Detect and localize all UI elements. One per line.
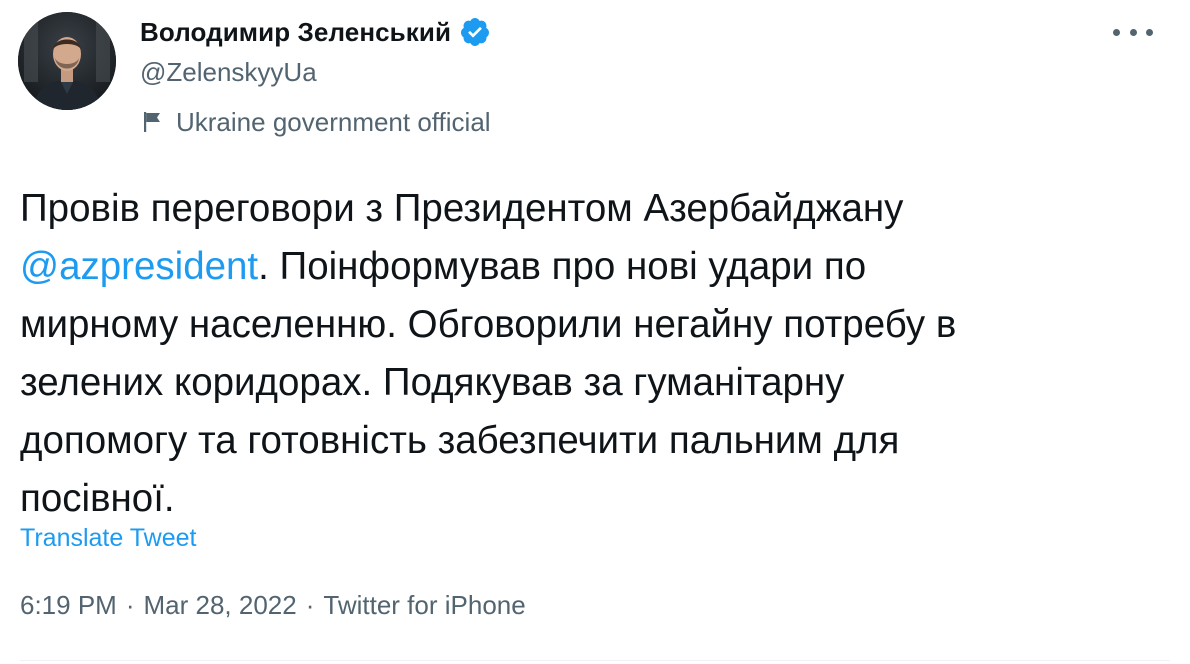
government-label-text: Ukraine government official [176,106,491,137]
translate-tweet-link[interactable]: Translate Tweet [20,524,196,553]
more-dot [1129,28,1137,36]
avatar[interactable] [18,12,116,110]
tweet-metadata: 6:19 PM · Mar 28, 2022 · Twitter for iPh… [20,590,526,621]
separator: · [305,590,315,620]
tweet-time[interactable]: 6:19 PM [20,590,117,621]
tweet-date[interactable]: Mar 28, 2022 [144,590,297,621]
author-display-name[interactable]: Володимир Зеленський [140,17,451,48]
tweet-text: Провів переговори з Президентом Азербайд… [20,180,1170,528]
separator: · [125,590,135,620]
tweet-source[interactable]: Twitter for iPhone [323,590,525,621]
more-dot [1113,28,1120,36]
divider [20,660,1170,661]
more-options-icon[interactable] [1113,20,1153,44]
tweet-text-part: Провів переговори з Президентом Азербайд… [20,187,904,230]
government-label: Ukraine government official [140,104,491,140]
tweet-card: Володимир Зеленський @ZelenskyyUa Ukrain… [0,0,1190,664]
avatar-photo [18,12,116,110]
mention-link[interactable]: @azpresident [20,245,258,288]
verified-badge-icon [459,16,491,48]
more-dot [1146,28,1153,36]
flag-icon [140,109,166,135]
author-handle[interactable]: @ZelenskyyUa [140,57,317,88]
author-name-row: Володимир Зеленський [140,14,491,50]
